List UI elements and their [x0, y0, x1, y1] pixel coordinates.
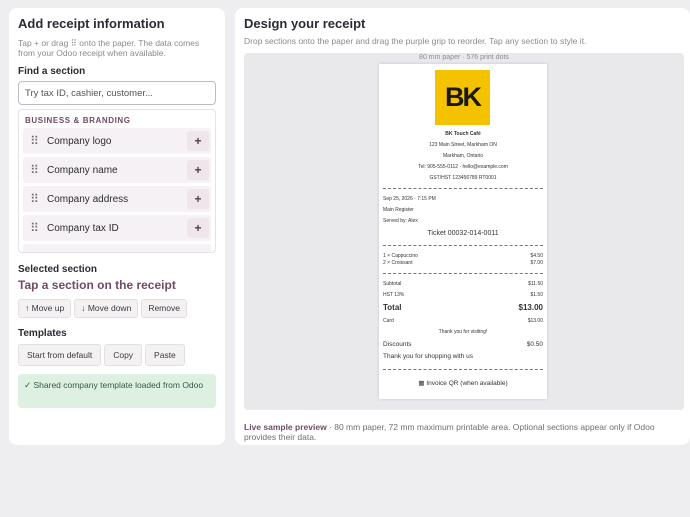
receipt-hst-value: $1.50	[530, 292, 543, 298]
receipt-subtotal-value: $11.50	[528, 281, 543, 287]
preview-caption: Live sample preview · 80 mm paper, 72 mm…	[244, 422, 684, 442]
receipt-subtotal-label[interactable]: Subtotal	[383, 281, 401, 287]
receipt-card-label[interactable]: Card	[383, 318, 394, 324]
receipt-line-price: $7.00	[530, 260, 543, 266]
receipt-company-name[interactable]: BK Touch Café	[379, 131, 547, 137]
section-item-label: Company logo	[47, 135, 112, 147]
receipt-contact[interactable]: Tel: 905-555-0112 · hello@example.com	[379, 164, 547, 170]
receipt-discounts-label[interactable]: Discounts	[383, 341, 412, 348]
receipt-divider	[383, 245, 543, 246]
logo-text: BK	[445, 82, 482, 112]
receipt-divider	[383, 188, 543, 189]
receipt-paper[interactable]: BK BK Touch Café 123 Main Street, Markha…	[379, 64, 547, 399]
move-down-button[interactable]: ↓ Move down	[74, 299, 139, 318]
design-panel: Design your receipt Drop sections onto t…	[235, 8, 690, 445]
section-item-label: Company name	[47, 164, 118, 176]
section-item-company-address[interactable]: ⠿ Company address +	[23, 186, 211, 212]
copy-button[interactable]: Copy	[104, 344, 143, 366]
receipt-line-price: $4.50	[530, 253, 543, 259]
receipt-divider	[383, 369, 543, 370]
section-item-company-logo[interactable]: ⠿ Company logo +	[23, 128, 211, 154]
add-section-button[interactable]: +	[187, 131, 209, 151]
paper-stage[interactable]: 80 mm paper · 576 print dots BK BK Touch…	[244, 53, 684, 410]
company-logo-section[interactable]: BK	[435, 70, 490, 125]
design-title: Design your receipt	[244, 16, 366, 31]
preview-caption-bold: Live sample preview	[244, 422, 327, 432]
receipt-thanks-shopping[interactable]: Thank you for shopping with us	[383, 353, 473, 360]
add-section-button[interactable]: +	[187, 218, 209, 238]
start-from-default-button[interactable]: Start from default	[18, 344, 102, 366]
section-item-company-tax-id[interactable]: ⠿ Company tax ID +	[23, 215, 211, 241]
receipt-register[interactable]: Main Register	[383, 207, 414, 213]
template-status-message: ✓ Shared company template loaded from Od…	[18, 374, 216, 408]
receipt-address-line-1[interactable]: 123 Main Street, Markham ON	[379, 142, 547, 148]
receipt-tax-id[interactable]: GST/HST 123456789 RT0001	[379, 175, 547, 181]
design-hint: Drop sections onto the paper and drag th…	[244, 36, 587, 46]
add-section-button[interactable]: +	[187, 160, 209, 180]
receipt-total-value: $13.00	[518, 303, 543, 312]
panel-hint: Tap + or drag ⠿ onto the paper. The data…	[18, 38, 200, 58]
selected-section-value: Tap a section on the receipt	[18, 278, 176, 292]
category-heading: BUSINESS & BRANDING	[25, 116, 131, 125]
add-section-button[interactable]: +	[187, 189, 209, 209]
find-section-label: Find a section	[18, 66, 86, 77]
panel-title: Add receipt information	[18, 16, 165, 31]
move-up-button[interactable]: ↑ Move up	[18, 299, 72, 318]
section-item-company-name[interactable]: ⠿ Company name +	[23, 157, 211, 183]
templates-label: Templates	[18, 328, 67, 339]
receipt-address-line-2[interactable]: Markham, Ontario	[379, 153, 547, 159]
receipt-datetime[interactable]: Sep 25, 2026 · 7:15 PM	[383, 196, 436, 202]
drag-grip-icon[interactable]: ⠿	[25, 221, 43, 235]
drag-grip-icon[interactable]: ⠿	[25, 163, 43, 177]
receipt-ticket-number[interactable]: Ticket 00032-014-0011	[379, 230, 547, 237]
receipt-line-item[interactable]: 2 × Croissant	[383, 260, 413, 266]
receipt-divider	[383, 273, 543, 274]
section-list[interactable]: BUSINESS & BRANDING ⠿ Company logo + ⠿ C…	[18, 109, 216, 253]
section-search-input[interactable]	[18, 81, 216, 105]
drag-grip-icon[interactable]: ⠿	[25, 192, 43, 206]
receipt-discounts-value: $0.50	[526, 341, 543, 348]
receipt-line-item[interactable]: 1 × Cappuccino	[383, 253, 418, 259]
receipt-served-by[interactable]: Served by: Alex	[383, 218, 418, 224]
section-item-partial[interactable]	[23, 244, 211, 252]
receipt-hst-label[interactable]: HST 13%	[383, 292, 404, 298]
receipt-total-label[interactable]: Total	[383, 303, 402, 312]
receipt-card-value: $13.00	[527, 318, 543, 324]
receipt-info-panel: Add receipt information Tap + or drag ⠿ …	[9, 8, 225, 445]
selected-section-label: Selected section	[18, 264, 97, 275]
receipt-thanks[interactable]: Thank you for visiting!	[379, 329, 547, 335]
remove-button[interactable]: Remove	[141, 299, 187, 318]
drag-grip-icon[interactable]: ⠿	[25, 134, 43, 148]
paper-caption: 80 mm paper · 576 print dots	[419, 54, 509, 61]
paste-button[interactable]: Paste	[145, 344, 185, 366]
section-item-label: Company address	[47, 193, 129, 205]
receipt-invoice-qr[interactable]: ▦ Invoice QR (when available)	[379, 379, 547, 387]
section-item-label: Company tax ID	[47, 222, 119, 234]
